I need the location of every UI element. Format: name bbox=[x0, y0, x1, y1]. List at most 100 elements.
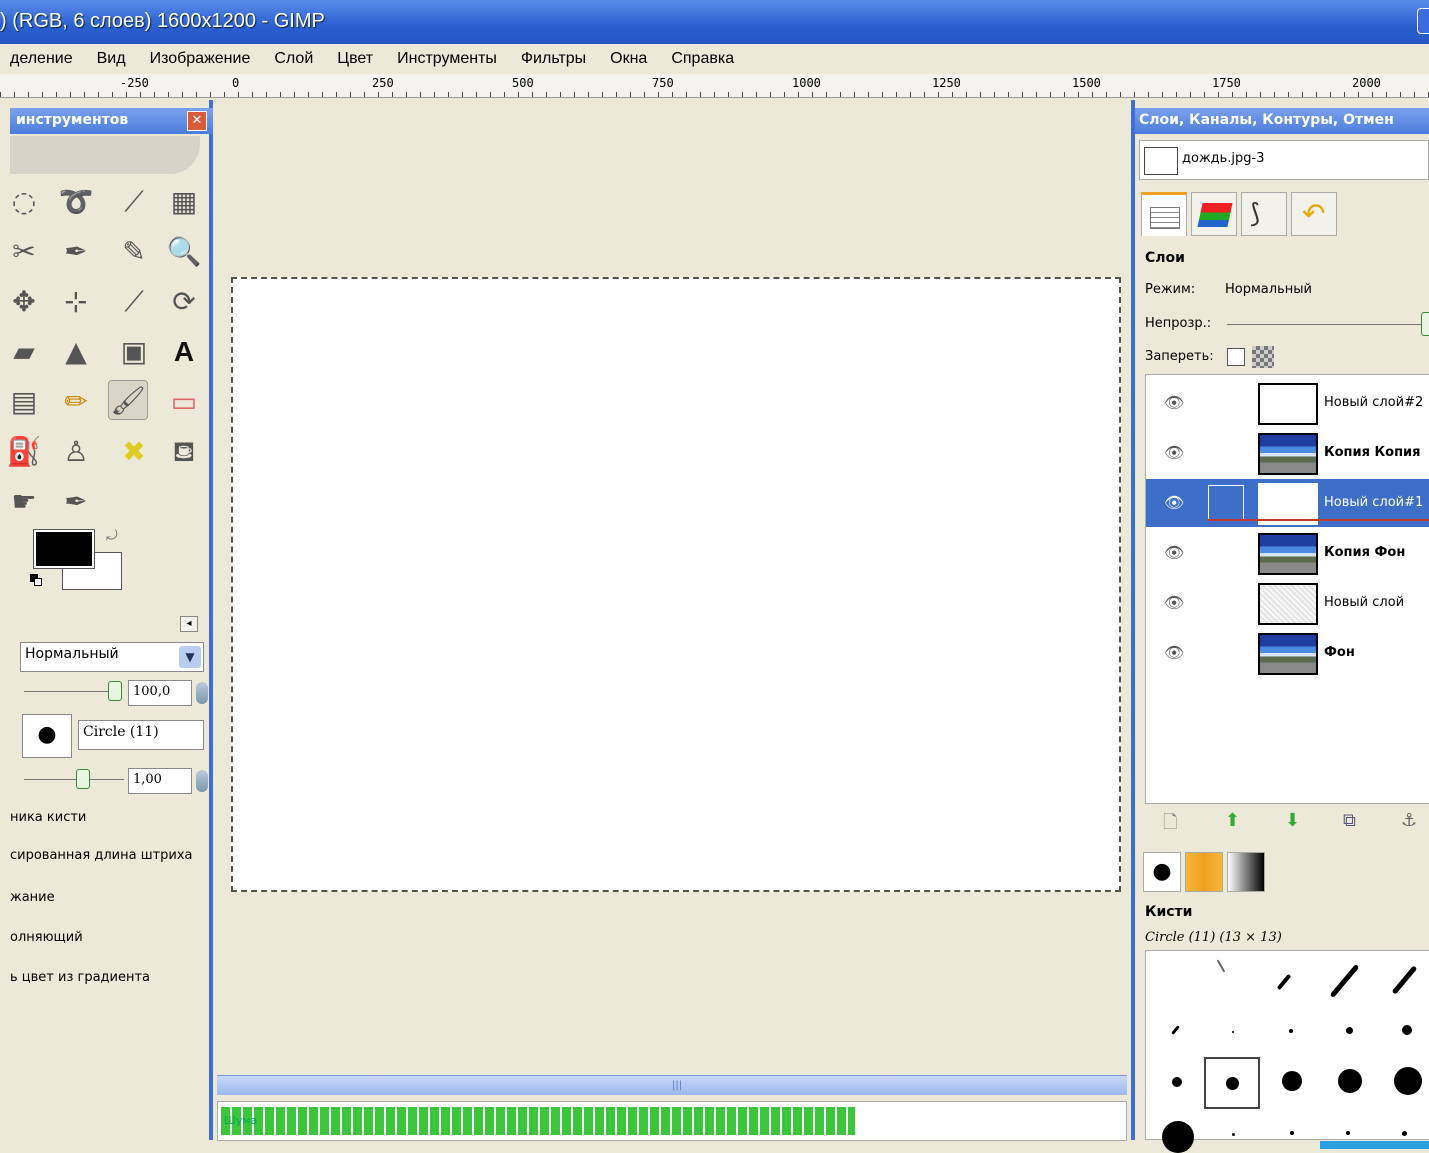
brush-item[interactable] bbox=[1329, 964, 1360, 998]
menu-image[interactable]: Изображение bbox=[150, 50, 251, 68]
color-picker-icon[interactable]: ✎ bbox=[114, 232, 154, 272]
cage-transform-icon[interactable]: ▣ bbox=[114, 332, 154, 372]
layer-mode-value[interactable]: Нормальный bbox=[1225, 282, 1312, 297]
lower-layer-icon[interactable]: ⬇ bbox=[1285, 810, 1300, 831]
eye-icon[interactable]: 👁 bbox=[1164, 543, 1184, 562]
horizontal-scrollbar[interactable]: ||| bbox=[217, 1075, 1127, 1095]
anchor-layer-icon[interactable]: ⚓ bbox=[1401, 810, 1417, 831]
layer-row[interactable]: 👁 Копия Копия bbox=[1146, 429, 1429, 477]
option-fade-length[interactable]: сированная длина штриха bbox=[10, 848, 193, 863]
image-selector[interactable]: дождь.jpg-3 bbox=[1139, 140, 1429, 180]
eye-icon[interactable]: 👁 bbox=[1164, 493, 1184, 512]
chevron-down-icon[interactable]: ▼ bbox=[179, 646, 201, 668]
heal-icon[interactable]: ✖ bbox=[114, 432, 154, 472]
eye-icon[interactable]: 👁 bbox=[1164, 443, 1184, 462]
menu-color[interactable]: Цвет bbox=[337, 50, 373, 68]
option-incremental[interactable]: олняющий bbox=[10, 930, 83, 945]
option-jitter[interactable]: жание bbox=[10, 890, 55, 905]
tab-layers[interactable] bbox=[1141, 192, 1187, 236]
scissors-select-icon[interactable]: ✂ bbox=[4, 232, 44, 272]
panel-menu-icon[interactable]: ◂ bbox=[180, 616, 198, 632]
layer-row[interactable]: 👁 Новый слой#2 bbox=[1146, 379, 1429, 427]
eraser-icon[interactable]: ▭ bbox=[164, 382, 204, 422]
brush-item[interactable] bbox=[1162, 1121, 1194, 1153]
scale-field[interactable]: 1,00 bbox=[128, 768, 192, 794]
tab-patterns[interactable] bbox=[1185, 852, 1223, 892]
by-color-select-icon[interactable]: ▦ bbox=[164, 182, 204, 222]
swap-colors-icon[interactable]: ⤾ bbox=[106, 528, 118, 544]
free-select-icon[interactable]: ➰ bbox=[56, 182, 96, 222]
opacity-field[interactable]: 100,0 bbox=[128, 680, 192, 706]
option-brush-dynamics[interactable]: ника кисти bbox=[10, 810, 86, 825]
reset-colors-icon[interactable] bbox=[30, 574, 44, 586]
tab-undo[interactable]: ↶ bbox=[1291, 192, 1337, 236]
dodge-burn-icon[interactable]: ⛾ bbox=[164, 432, 204, 472]
brush-item[interactable] bbox=[1346, 1027, 1353, 1034]
opacity-slider-track[interactable] bbox=[24, 691, 110, 692]
raise-layer-icon[interactable]: ⬆ bbox=[1225, 810, 1240, 831]
rotate-icon[interactable]: ⟳ bbox=[164, 282, 204, 322]
layer-opacity-knob[interactable] bbox=[1421, 312, 1429, 336]
option-gradient-color[interactable]: ь цвет из градиента bbox=[10, 970, 150, 985]
menu-filters[interactable]: Фильтры bbox=[521, 50, 586, 68]
clone-icon[interactable]: ♙ bbox=[56, 432, 96, 472]
menu-view[interactable]: Вид bbox=[97, 50, 126, 68]
brush-field[interactable]: Circle (11) bbox=[78, 720, 204, 750]
fuzzy-select-icon[interactable]: ⟋ bbox=[114, 182, 154, 222]
tab-brushes[interactable]: ● bbox=[1143, 852, 1181, 892]
mode-dropdown[interactable]: Нормальный ▼ bbox=[20, 642, 204, 672]
opacity-spinner[interactable] bbox=[196, 682, 208, 704]
opacity-slider-knob[interactable] bbox=[108, 681, 122, 701]
brush-item[interactable] bbox=[1232, 1031, 1234, 1033]
brush-item[interactable] bbox=[1402, 1025, 1412, 1035]
brush-item[interactable] bbox=[1282, 1071, 1302, 1091]
brush-item[interactable] bbox=[1402, 1131, 1407, 1136]
brush-item[interactable] bbox=[1289, 1029, 1293, 1033]
flip-icon[interactable]: ▲ bbox=[56, 332, 96, 372]
menu-select[interactable]: деление bbox=[10, 50, 73, 68]
zoom-icon[interactable]: 🔍 bbox=[164, 232, 204, 272]
text-icon[interactable]: A bbox=[164, 332, 204, 372]
layer-row[interactable]: 👁 Фон bbox=[1146, 629, 1429, 677]
menu-help[interactable]: Справка bbox=[671, 50, 734, 68]
brush-item[interactable] bbox=[1216, 959, 1226, 973]
image-canvas[interactable] bbox=[231, 277, 1121, 892]
lock-pixels-checkbox[interactable] bbox=[1227, 348, 1245, 366]
menu-layer[interactable]: Слой bbox=[274, 50, 313, 68]
tab-paths[interactable]: ⟆ bbox=[1241, 192, 1287, 236]
align-icon[interactable]: ⊹ bbox=[56, 282, 96, 322]
minimize-button[interactable] bbox=[1417, 8, 1429, 34]
foreground-color-swatch[interactable] bbox=[33, 529, 95, 569]
brush-item[interactable] bbox=[1172, 1077, 1182, 1087]
chain-icon[interactable] bbox=[1208, 485, 1244, 521]
brush-preview[interactable]: ● bbox=[22, 714, 72, 758]
eye-icon[interactable]: 👁 bbox=[1164, 393, 1184, 412]
eye-icon[interactable]: 👁 bbox=[1164, 643, 1184, 662]
layer-row[interactable]: 👁 Копия Фон bbox=[1146, 529, 1429, 577]
paintbrush-icon[interactable]: 🖌 bbox=[108, 380, 148, 420]
menu-tools[interactable]: Инструменты bbox=[397, 50, 497, 68]
duplicate-layer-icon[interactable]: ⧉ bbox=[1343, 810, 1356, 831]
layer-row-selected[interactable]: 👁 Новый слой#1 bbox=[1146, 479, 1429, 527]
ellipse-select-icon[interactable]: ◌ bbox=[4, 182, 44, 222]
brush-item[interactable] bbox=[1171, 1025, 1180, 1035]
pencil-icon[interactable]: ✏ bbox=[56, 382, 96, 422]
tab-gradients[interactable] bbox=[1227, 852, 1265, 892]
airbrush-icon[interactable]: ⛽ bbox=[4, 432, 44, 472]
tab-channels[interactable] bbox=[1191, 192, 1237, 236]
crop-icon[interactable]: ⟋ bbox=[114, 282, 154, 322]
perspective-icon[interactable]: ▰ bbox=[4, 332, 44, 372]
blend-icon[interactable]: ▤ bbox=[4, 382, 44, 422]
brush-item[interactable] bbox=[1338, 1069, 1362, 1093]
brush-item[interactable] bbox=[1394, 1067, 1422, 1095]
scale-spinner[interactable] bbox=[196, 770, 208, 792]
layer-row[interactable]: 👁 Новый слой bbox=[1146, 579, 1429, 627]
scale-slider-track[interactable] bbox=[24, 779, 124, 780]
eye-icon[interactable]: 👁 bbox=[1164, 593, 1184, 612]
new-layer-icon[interactable]: 🗋 bbox=[1163, 810, 1177, 840]
menu-windows[interactable]: Окна bbox=[610, 50, 647, 68]
layer-opacity-slider[interactable] bbox=[1227, 324, 1427, 325]
scale-slider-knob[interactable] bbox=[76, 769, 90, 789]
brush-selected-frame[interactable] bbox=[1204, 1057, 1260, 1109]
brush-item[interactable] bbox=[1290, 1131, 1294, 1135]
